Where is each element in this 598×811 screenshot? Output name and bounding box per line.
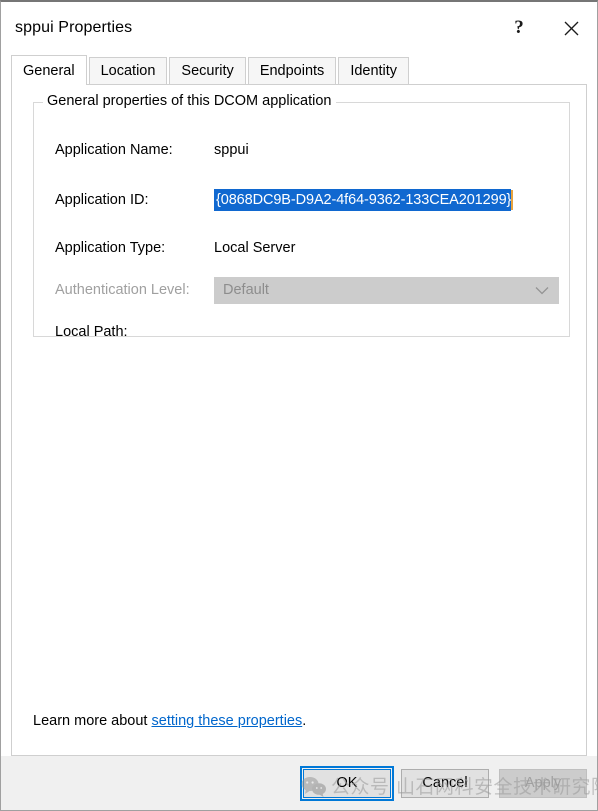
tab-endpoints[interactable]: Endpoints <box>247 57 337 84</box>
field-application-name: Application Name: sppui <box>34 139 569 161</box>
application-id-label: Application ID: <box>55 192 149 208</box>
field-local-path: Local Path: <box>34 321 569 343</box>
application-id-value: {0868DC9B-D9A2-4f64-9362-133CEA201299} <box>214 189 511 211</box>
tab-identity-label: Identity <box>350 63 398 79</box>
title-bar-buttons: ? <box>493 2 597 54</box>
tab-general-label: General <box>23 62 75 79</box>
application-id-input[interactable]: {0868DC9B-D9A2-4f64-9362-133CEA201299} <box>214 189 559 211</box>
help-button[interactable]: ? <box>493 2 545 54</box>
authentication-level-value: Default <box>223 282 269 298</box>
setting-these-properties-link[interactable]: setting these properties <box>152 713 303 729</box>
chevron-down-icon <box>535 278 549 303</box>
tab-strip: General Location Security Endpoints Iden… <box>1 54 597 85</box>
learn-more-prefix: Learn more about <box>33 713 152 729</box>
close-icon <box>564 21 578 35</box>
learn-more-text: Learn more about setting these propertie… <box>33 713 306 729</box>
field-application-type: Application Type: Local Server <box>34 237 569 259</box>
groupbox-title: General properties of this DCOM applicat… <box>43 93 336 109</box>
apply-button: Apply <box>499 768 587 798</box>
tab-page-general: General properties of this DCOM applicat… <box>11 84 587 756</box>
tab-general[interactable]: General <box>11 55 87 85</box>
application-type-value: Local Server <box>214 240 296 256</box>
general-properties-groupbox: General properties of this DCOM applicat… <box>33 93 570 340</box>
authentication-level-select: Default <box>214 276 559 304</box>
application-type-label: Application Type: <box>55 240 166 256</box>
field-authentication-level: Authentication Level: Default <box>34 276 569 304</box>
title-bar: sppui Properties ? <box>1 2 597 54</box>
tab-location[interactable]: Location <box>88 57 168 84</box>
tab-security-label: Security <box>181 63 234 79</box>
text-caret <box>511 190 514 210</box>
close-button[interactable] <box>545 2 597 54</box>
ok-button[interactable]: OK <box>300 765 394 801</box>
tab-identity[interactable]: Identity <box>338 57 410 84</box>
learn-more-suffix: . <box>302 713 307 729</box>
properties-dialog: sppui Properties ? General Location Secu… <box>0 0 598 811</box>
application-name-label: Application Name: <box>55 142 173 158</box>
cancel-button[interactable]: Cancel <box>401 768 489 798</box>
window-title: sppui Properties <box>15 19 133 36</box>
application-name-value: sppui <box>214 142 249 158</box>
local-path-label: Local Path: <box>55 324 128 340</box>
tab-security[interactable]: Security <box>169 57 246 84</box>
dialog-footer: OK Cancel Apply <box>1 756 597 810</box>
field-application-id: Application ID: {0868DC9B-D9A2-4f64-9362… <box>34 189 569 211</box>
tab-endpoints-label: Endpoints <box>259 63 325 79</box>
authentication-level-label: Authentication Level: <box>55 282 190 298</box>
tab-location-label: Location <box>100 63 156 79</box>
